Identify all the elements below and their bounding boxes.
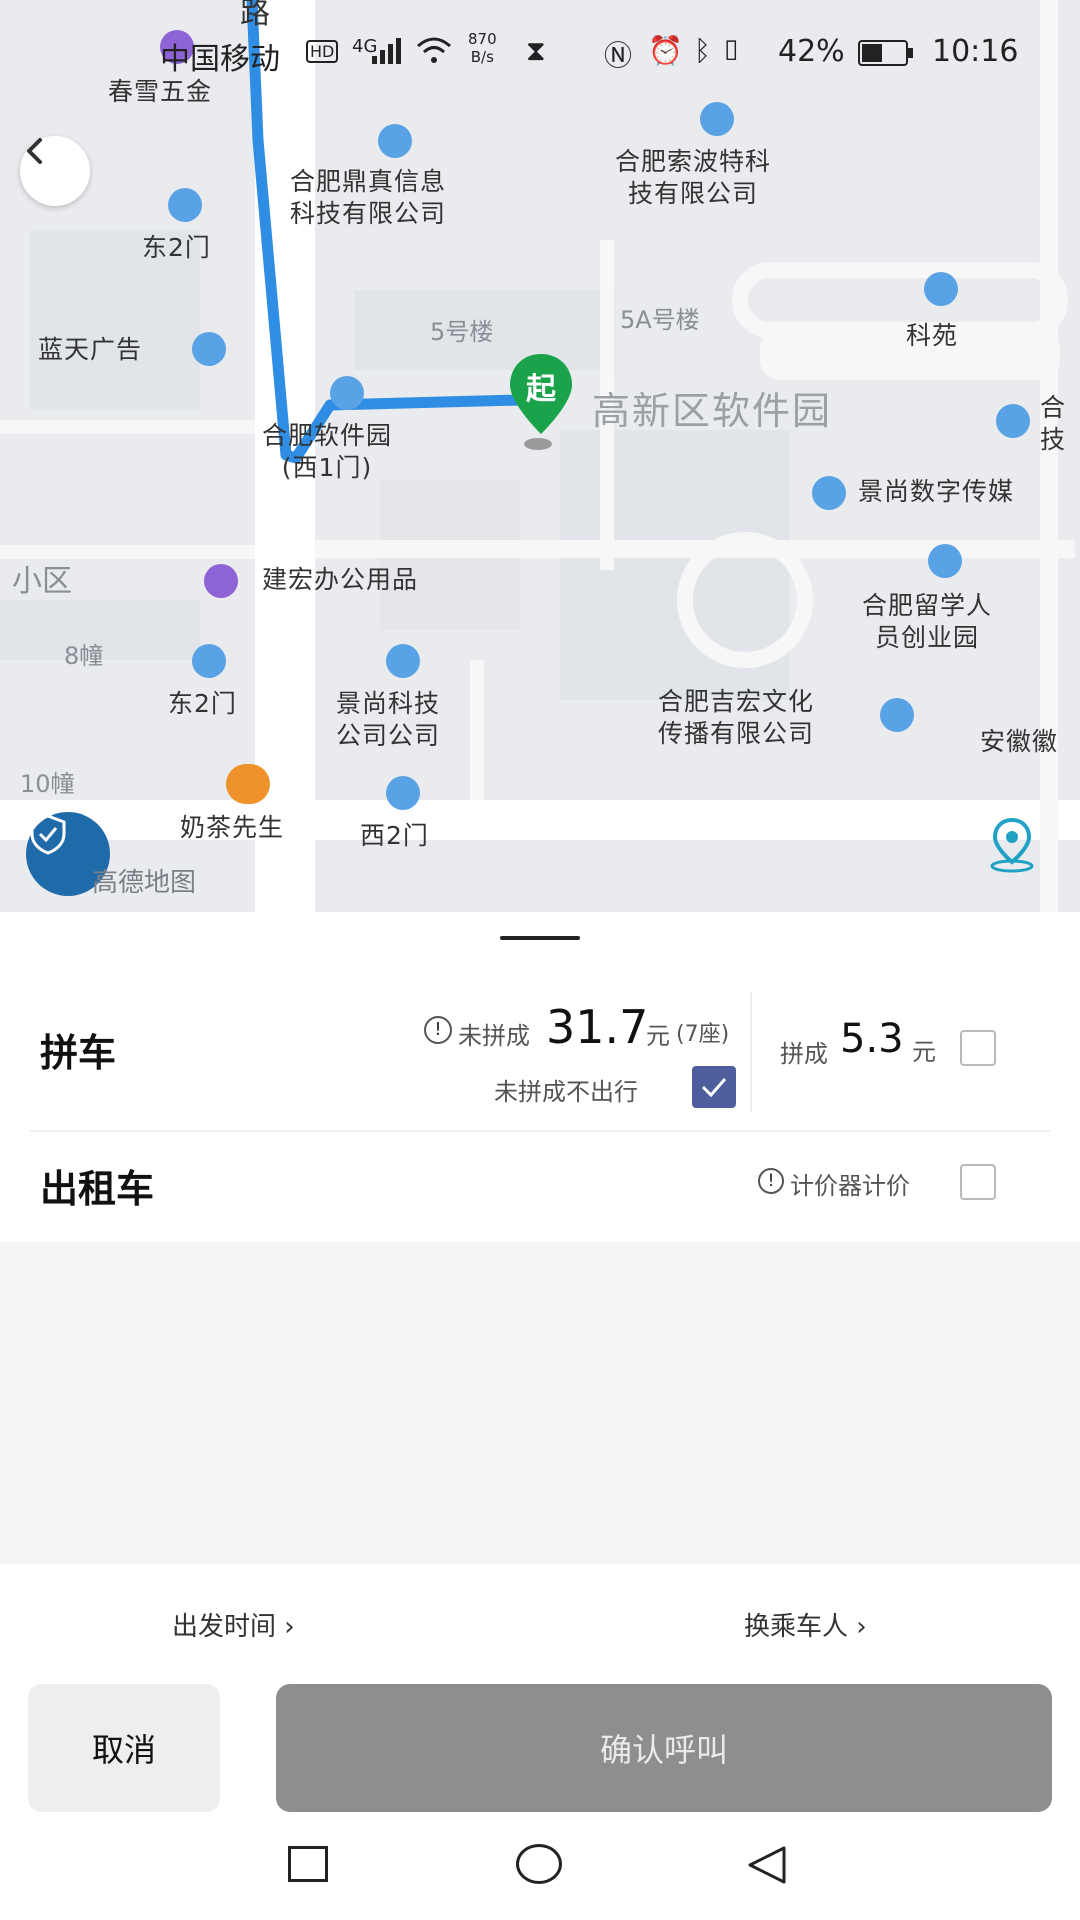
battery-icon bbox=[858, 40, 913, 66]
gate-pin-icon bbox=[192, 644, 226, 678]
poi-pin-icon bbox=[386, 644, 420, 678]
ride-options-sheet: 拼车 ! 未拼成 31.7 元 (7座) 未拼成不出行 拼成 5.3 元 出租车… bbox=[0, 912, 1080, 1920]
battery-percent: 42% bbox=[778, 34, 845, 69]
start-marker[interactable]: 起 bbox=[508, 352, 574, 436]
depart-time-label: 出发时间 bbox=[172, 1612, 277, 1642]
home-icon[interactable] bbox=[516, 1844, 562, 1884]
locate-button[interactable] bbox=[982, 814, 1042, 874]
carpool-title: 拼车 bbox=[40, 1031, 117, 1075]
poi-label[interactable]: 合肥索波特科 技有限公司 bbox=[615, 146, 771, 210]
check-icon bbox=[701, 1078, 727, 1098]
map-canvas bbox=[0, 0, 1080, 912]
poi-pin-icon bbox=[700, 102, 734, 136]
poi-pin-icon bbox=[928, 544, 962, 578]
poi-label[interactable]: 蓝天广告 bbox=[38, 334, 142, 366]
poi-label[interactable]: 景尚数字传媒 bbox=[858, 476, 1014, 508]
gate-pin-icon bbox=[168, 188, 202, 222]
bluetooth-icon: ᛒ bbox=[694, 34, 711, 67]
poi-pin-icon bbox=[378, 124, 412, 158]
carpool-checkbox[interactable] bbox=[960, 1030, 996, 1066]
options-card: 拼车 ! 未拼成 31.7 元 (7座) 未拼成不出行 拼成 5.3 元 出租车… bbox=[0, 912, 1080, 1242]
chevron-right-icon: › bbox=[856, 1612, 867, 1642]
building-label: 小区 bbox=[12, 564, 72, 599]
taxi-checkbox[interactable] bbox=[960, 1164, 996, 1200]
info-icon[interactable]: ! bbox=[424, 1016, 452, 1044]
recent-apps-icon[interactable] bbox=[288, 1846, 328, 1882]
gate-pin-icon bbox=[386, 776, 420, 810]
confirm-call-button[interactable]: 确认呼叫 bbox=[276, 1684, 1052, 1812]
clock: 10:16 bbox=[932, 34, 1019, 69]
chevron-left-icon bbox=[27, 138, 42, 164]
net-speed-unit: B/s bbox=[470, 48, 494, 66]
shop-pin-icon bbox=[204, 564, 238, 598]
net-speed-value: 870 bbox=[468, 30, 497, 48]
shield-check-icon bbox=[30, 814, 66, 855]
footer-panel: 出发时间 › 换乘车人 › 取消 确认呼叫 bbox=[0, 1564, 1080, 1920]
depart-time-link[interactable]: 出发时间 › bbox=[172, 1606, 295, 1643]
building-label: 10幢 bbox=[20, 770, 75, 798]
poi-label[interactable]: 合 技 bbox=[1040, 392, 1066, 456]
poi-label[interactable]: 合肥吉宏文化 传播有限公司 bbox=[658, 686, 814, 750]
camera-pin-icon bbox=[192, 332, 226, 366]
wifi-icon bbox=[417, 37, 451, 63]
carpool-success-price: 5.3 bbox=[840, 1016, 904, 1062]
location-pin-icon bbox=[990, 817, 1034, 873]
back-icon[interactable] bbox=[746, 1844, 788, 1886]
map-view[interactable]: 路 起 高新区软件园 春雪五金 合肥鼎真信息 科技有限公司 合肥索波特科 技有限… bbox=[0, 0, 1080, 912]
nfc-icon: Ⓝ bbox=[604, 39, 633, 72]
back-button[interactable] bbox=[20, 136, 90, 206]
building-label: 5A号楼 bbox=[620, 306, 700, 334]
carpool-fail-label: 未拼成 bbox=[458, 1022, 530, 1050]
divider bbox=[750, 992, 752, 1112]
poi-label[interactable]: 合肥留学人 员创业园 bbox=[862, 590, 992, 654]
poi-label[interactable]: 景尚科技 公司公司 bbox=[336, 688, 440, 752]
poi-label[interactable]: 建宏办公用品 bbox=[262, 564, 418, 596]
cancel-button[interactable]: 取消 bbox=[28, 1684, 220, 1812]
taxi-title: 出租车 bbox=[40, 1167, 155, 1211]
meter-label: 计价器计价 bbox=[790, 1172, 910, 1200]
map-brand-logo: 高德地图 bbox=[92, 868, 197, 898]
gate-pin-icon bbox=[330, 376, 364, 410]
change-passenger-label: 换乘车人 bbox=[744, 1612, 849, 1642]
poi-label[interactable]: 合肥软件园 (西1门) bbox=[262, 420, 392, 484]
hd-badge: HD bbox=[306, 40, 339, 63]
carpool-success-label: 拼成 bbox=[780, 1040, 828, 1068]
poi-pin-icon bbox=[880, 698, 914, 732]
signal-icon bbox=[372, 38, 401, 64]
hourglass-icon: ⧗ bbox=[526, 34, 546, 67]
building-label: 5号楼 bbox=[430, 318, 494, 346]
poi-label[interactable]: 合肥鼎真信息 科技有限公司 bbox=[290, 166, 446, 230]
divider bbox=[30, 1130, 1050, 1132]
alarm-icon: ⏰ bbox=[648, 34, 683, 67]
poi-label[interactable]: 东2门 bbox=[142, 232, 211, 264]
sheet-drag-handle[interactable] bbox=[500, 936, 580, 940]
food-pin-icon bbox=[226, 764, 270, 804]
carpool-seats: (7座) bbox=[676, 1022, 730, 1047]
carpool-success-unit: 元 bbox=[912, 1038, 936, 1066]
carpool-fail-unit: 元 bbox=[646, 1022, 670, 1050]
poi-label[interactable]: 西2门 bbox=[360, 820, 429, 852]
status-bar: 中国移动 HD 4G 870 B/s ⧗ Ⓝ ⏰ ᛒ ▯ 42% 10:16 bbox=[0, 0, 1080, 100]
poi-pin-icon bbox=[812, 476, 846, 510]
poi-pin-icon bbox=[924, 272, 958, 306]
carpool-fail-price: 31.7 bbox=[546, 1000, 649, 1054]
info-icon[interactable]: ! bbox=[758, 1168, 784, 1194]
change-passenger-link[interactable]: 换乘车人 › bbox=[744, 1606, 867, 1643]
start-marker-text: 起 bbox=[526, 372, 556, 407]
no-trip-label: 未拼成不出行 bbox=[494, 1078, 638, 1106]
building-label: 8幢 bbox=[64, 642, 104, 670]
vibrate-icon: ▯ bbox=[724, 34, 739, 64]
carrier-name: 中国移动 bbox=[160, 42, 280, 77]
poi-label[interactable]: 奶茶先生 bbox=[180, 812, 284, 844]
net-speed: 870 B/s bbox=[468, 30, 497, 66]
poi-label[interactable]: 科苑 bbox=[906, 320, 958, 352]
poi-pin-icon bbox=[996, 404, 1030, 438]
chevron-right-icon: › bbox=[284, 1612, 295, 1642]
no-trip-checkbox[interactable] bbox=[692, 1066, 736, 1108]
poi-label[interactable]: 安徽徽 bbox=[980, 726, 1058, 758]
poi-label[interactable]: 东2门 bbox=[168, 688, 237, 720]
start-place-name: 高新区软件园 bbox=[592, 389, 833, 433]
